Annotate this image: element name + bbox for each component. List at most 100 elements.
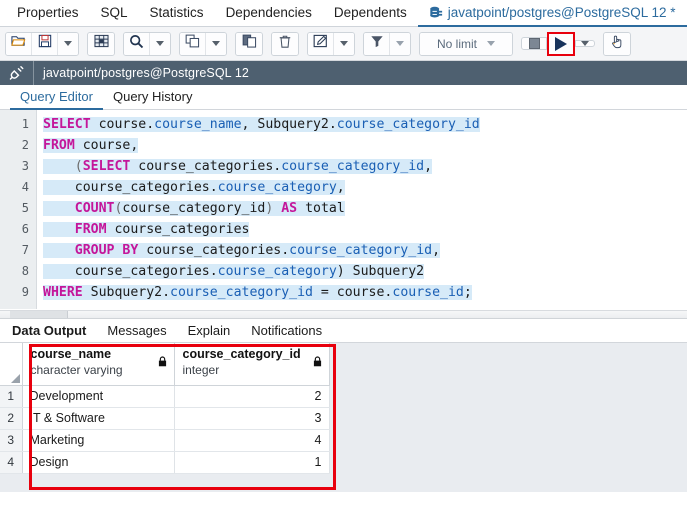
execute-options-button[interactable] bbox=[575, 40, 595, 47]
code-token: course. bbox=[90, 117, 155, 132]
tab-query-tool-label: javatpoint/postgres@PostgreSQL 12 * bbox=[447, 5, 676, 20]
tab-messages[interactable]: Messages bbox=[107, 323, 177, 338]
splitter-grip[interactable] bbox=[10, 311, 68, 318]
tab-dependencies[interactable]: Dependencies bbox=[215, 0, 323, 27]
row-number[interactable]: 4 bbox=[0, 451, 23, 474]
macro-button[interactable] bbox=[604, 32, 630, 55]
row-number[interactable]: 2 bbox=[0, 407, 23, 430]
code-line[interactable]: FROM course_categories bbox=[37, 219, 687, 240]
code-line[interactable]: GROUP BY course_categories.course_catego… bbox=[37, 240, 687, 261]
code-token: course_name bbox=[154, 117, 242, 132]
code-token: course, bbox=[74, 138, 139, 153]
cell-course-name[interactable]: Marketing bbox=[22, 429, 175, 452]
edit-options-caret[interactable] bbox=[334, 32, 354, 55]
tab-query-editor-label: Query Editor bbox=[20, 89, 93, 104]
copy-options-button[interactable] bbox=[206, 32, 226, 55]
tab-messages-label: Messages bbox=[107, 323, 167, 338]
tab-explain[interactable]: Explain bbox=[188, 323, 242, 338]
code-line[interactable]: COUNT(course_category_id) AS total bbox=[37, 198, 687, 219]
cell-course-name[interactable]: Design bbox=[22, 451, 175, 474]
cell-course-category-id[interactable]: 3 bbox=[174, 407, 330, 430]
code-line[interactable]: course_categories.course_category) Subqu… bbox=[37, 261, 687, 282]
row-number[interactable]: 1 bbox=[0, 385, 23, 408]
result-grid: course_name character varying course_categ… bbox=[0, 343, 330, 474]
code-line[interactable]: SELECT course.course_name, Subquery2.cou… bbox=[37, 114, 687, 135]
column-header[interactable]: course_name character varying bbox=[22, 343, 175, 386]
tab-properties-label: Properties bbox=[17, 5, 79, 20]
code-token: course_categories. bbox=[138, 243, 290, 258]
code-token: ; bbox=[463, 285, 472, 300]
stop-square-icon bbox=[528, 38, 540, 49]
line-number-gutter: 1 2 3 4 5 6 7 8 9 bbox=[0, 110, 37, 309]
edit-button[interactable] bbox=[308, 32, 334, 55]
column-header[interactable]: course_category_id integer bbox=[174, 343, 330, 386]
execute-query-button[interactable] bbox=[547, 31, 575, 56]
table-row[interactable]: 1 Development 2 bbox=[0, 385, 330, 408]
tab-query-history[interactable]: Query History bbox=[103, 85, 202, 110]
save-options-button[interactable] bbox=[58, 32, 78, 55]
find-options-button[interactable] bbox=[150, 32, 170, 55]
paste-button[interactable] bbox=[236, 32, 262, 55]
tab-query-editor[interactable]: Query Editor bbox=[10, 85, 103, 110]
search-icon bbox=[129, 34, 144, 54]
tab-dependents[interactable]: Dependents bbox=[323, 0, 418, 27]
filter-button[interactable] bbox=[364, 32, 390, 55]
row-number[interactable]: 3 bbox=[0, 429, 23, 452]
find-group bbox=[123, 31, 171, 56]
delete-button[interactable] bbox=[272, 32, 298, 55]
cell-course-category-id[interactable]: 2 bbox=[174, 385, 330, 408]
code-line[interactable]: course_categories.course_category, bbox=[37, 177, 687, 198]
code-line[interactable]: (SELECT course_categories.course_categor… bbox=[37, 156, 687, 177]
hand-pointer-icon bbox=[610, 34, 624, 54]
row-limit-select[interactable]: No limit bbox=[420, 32, 512, 55]
editor-vertical-scrollbar[interactable] bbox=[679, 110, 687, 309]
tab-sql[interactable]: SQL bbox=[90, 0, 139, 27]
code-token: , bbox=[336, 180, 345, 195]
filter-funnel-icon bbox=[370, 34, 384, 53]
object-tab-strip: Properties SQL Statistics Dependencies D… bbox=[0, 0, 687, 27]
code-token: GROUP BY bbox=[74, 243, 139, 258]
code-line[interactable]: WHERE Subquery2.course_category_id = cou… bbox=[37, 282, 687, 303]
edit-grid-group bbox=[87, 31, 115, 56]
code-token: course_category_id bbox=[122, 201, 266, 216]
sql-editor[interactable]: 1 2 3 4 5 6 7 8 9 SELECT course.course_name, Sub… bbox=[0, 110, 687, 310]
copy-button[interactable] bbox=[180, 32, 206, 55]
tab-notifications[interactable]: Notifications bbox=[251, 323, 333, 338]
result-grid-container[interactable]: course_name character varying course_categ… bbox=[0, 343, 687, 492]
save-file-button[interactable] bbox=[32, 32, 58, 55]
cell-course-category-id[interactable]: 4 bbox=[174, 429, 330, 452]
cell-course-name[interactable]: IT & Software bbox=[22, 407, 175, 430]
column-name: course_category_id bbox=[182, 347, 301, 361]
sql-code-area[interactable]: SELECT course.course_name, Subquery2.cou… bbox=[37, 110, 687, 309]
code-line[interactable]: FROM course, bbox=[37, 135, 687, 156]
table-row[interactable]: 2 IT & Software 3 bbox=[0, 407, 330, 430]
code-token: course_categories. bbox=[43, 180, 218, 195]
stop-button[interactable] bbox=[521, 37, 547, 50]
tab-properties[interactable]: Properties bbox=[6, 0, 90, 27]
cell-course-name[interactable]: Development bbox=[22, 385, 175, 408]
table-row[interactable]: 3 Marketing 4 bbox=[0, 429, 330, 452]
line-number: 2 bbox=[21, 138, 29, 152]
table-row[interactable]: 4 Design 1 bbox=[0, 451, 330, 474]
query-tab-strip: Query Editor Query History bbox=[0, 85, 687, 110]
line-number: 1 bbox=[21, 117, 29, 131]
tab-data-output[interactable]: Data Output bbox=[12, 323, 97, 338]
tab-query-history-label: Query History bbox=[112, 89, 193, 104]
code-token: SELECT bbox=[82, 159, 131, 174]
cell-course-category-id[interactable]: 1 bbox=[174, 451, 330, 474]
tab-dependencies-label: Dependencies bbox=[225, 5, 312, 20]
tab-statistics[interactable]: Statistics bbox=[139, 0, 215, 27]
grid-corner-cell[interactable] bbox=[0, 343, 23, 386]
chevron-down-icon bbox=[487, 41, 495, 46]
find-button[interactable] bbox=[124, 32, 150, 55]
filter-options-button[interactable] bbox=[390, 32, 410, 55]
plug-icon bbox=[0, 61, 34, 85]
grid-icon bbox=[93, 34, 109, 53]
tab-query-tool[interactable]: javatpoint/postgres@PostgreSQL 12 * bbox=[417, 0, 687, 27]
open-file-button[interactable] bbox=[6, 32, 32, 55]
row-limit-group: No limit bbox=[419, 31, 513, 56]
edit-pencil-icon bbox=[313, 34, 328, 53]
edit-grid-button[interactable] bbox=[88, 32, 114, 55]
panel-splitter[interactable] bbox=[0, 310, 687, 319]
